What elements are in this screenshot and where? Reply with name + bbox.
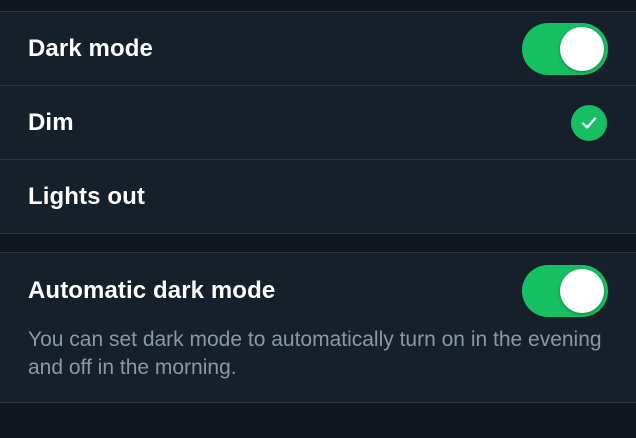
bottom-spacer [0,403,636,435]
automatic-dark-mode-description: You can set dark mode to automatically t… [28,328,602,379]
automatic-dark-mode-section: Automatic dark mode You can set dark mod… [0,253,636,403]
toggle-knob [560,26,604,71]
theme-option-lights-out[interactable]: Lights out [0,160,636,234]
theme-option-dim[interactable]: Dim [0,86,636,160]
top-spacer [0,0,636,12]
automatic-dark-mode-toggle[interactable] [522,265,608,317]
dark-mode-toggle[interactable] [522,22,608,75]
dark-mode-label: Dark mode [28,34,153,62]
section-divider [0,234,636,253]
automatic-dark-mode-row[interactable]: Automatic dark mode [0,253,636,329]
toggle-knob [560,269,604,313]
dark-mode-row[interactable]: Dark mode [0,12,636,86]
automatic-dark-mode-label: Automatic dark mode [28,277,276,304]
checkmark-icon [571,104,607,141]
theme-option-label: Dim [28,108,74,136]
dark-mode-section: Dark mode Dim Lights out [0,12,636,234]
theme-option-label: Lights out [28,182,145,210]
